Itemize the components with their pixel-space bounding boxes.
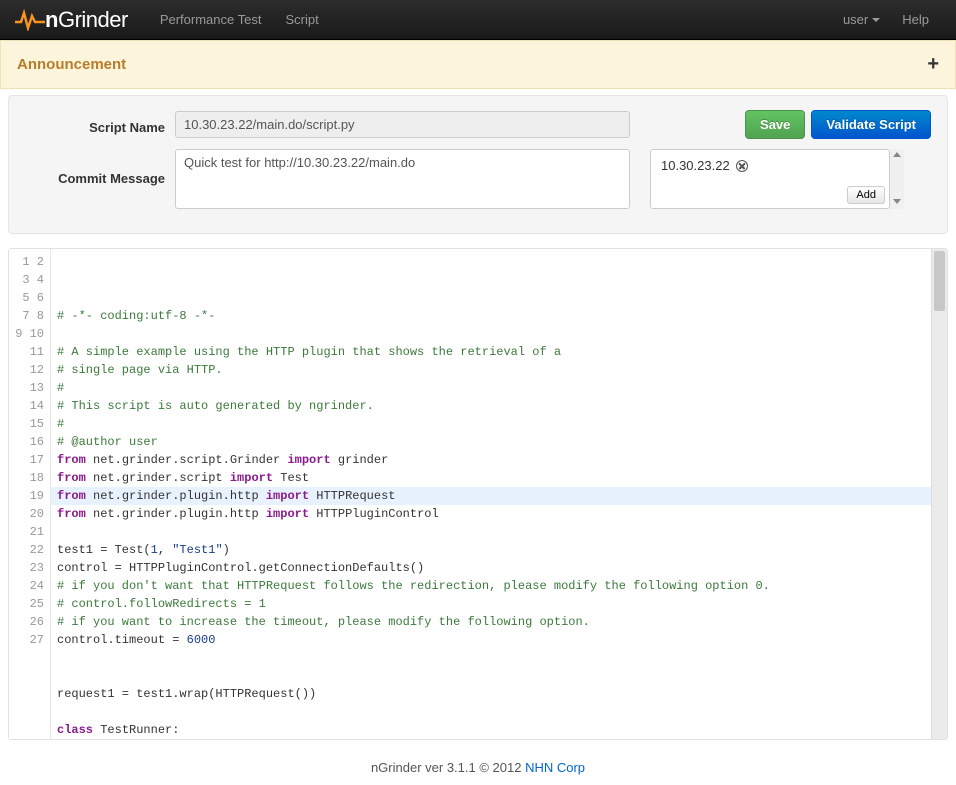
plus-icon[interactable]: + — [927, 53, 939, 76]
script-name-label: Script Name — [25, 114, 165, 135]
brand-prefix: n — [45, 7, 58, 32]
hosts-scrollbar[interactable] — [890, 149, 904, 209]
nav-user-menu[interactable]: user — [833, 2, 890, 37]
nav-help[interactable]: Help — [890, 2, 941, 37]
nav-user-label: user — [843, 12, 868, 27]
footer: nGrinder ver 3.1.1 © 2012 NHN Corp — [0, 740, 956, 785]
hosts-box: 10.30.23.22 Add — [650, 149, 890, 209]
footer-link[interactable]: NHN Corp — [525, 760, 585, 775]
footer-text: nGrinder ver 3.1.1 © 2012 — [371, 760, 525, 775]
commit-message-label: Commit Message — [25, 149, 165, 186]
brand-rest: Grinder — [58, 7, 128, 32]
scroll-thumb[interactable] — [934, 251, 945, 311]
host-entry: 10.30.23.22 — [661, 158, 879, 173]
script-name-input[interactable] — [175, 111, 630, 138]
save-button[interactable]: Save — [745, 110, 805, 139]
host-ip: 10.30.23.22 — [661, 158, 730, 173]
scroll-down-icon[interactable] — [893, 199, 901, 204]
code-editor[interactable]: 1 2 3 4 5 6 7 8 9 10 11 12 13 14 15 16 1… — [8, 248, 948, 740]
nav-script[interactable]: Script — [273, 2, 330, 37]
nav-performance-test[interactable]: Performance Test — [148, 2, 274, 37]
caret-down-icon — [872, 18, 880, 22]
commit-message-input[interactable]: Quick test for http://10.30.23.22/main.d… — [175, 149, 630, 209]
navbar: nGrinder Performance Test Script user He… — [0, 0, 956, 40]
editor-scrollbar[interactable] — [931, 249, 947, 739]
scroll-up-icon[interactable] — [893, 152, 901, 157]
announcement-title: Announcement — [17, 56, 126, 73]
form-panel: Script Name Save Validate Script Commit … — [8, 95, 948, 234]
heartbeat-icon — [15, 9, 45, 31]
add-host-button[interactable]: Add — [847, 186, 885, 204]
validate-button[interactable]: Validate Script — [811, 110, 931, 139]
line-gutter: 1 2 3 4 5 6 7 8 9 10 11 12 13 14 15 16 1… — [9, 249, 51, 739]
delete-host-icon[interactable] — [736, 160, 748, 172]
announcement-bar: Announcement + — [0, 40, 956, 89]
brand-logo[interactable]: nGrinder — [15, 7, 128, 33]
code-area[interactable]: # -*- coding:utf-8 -*- # A simple exampl… — [51, 249, 931, 739]
